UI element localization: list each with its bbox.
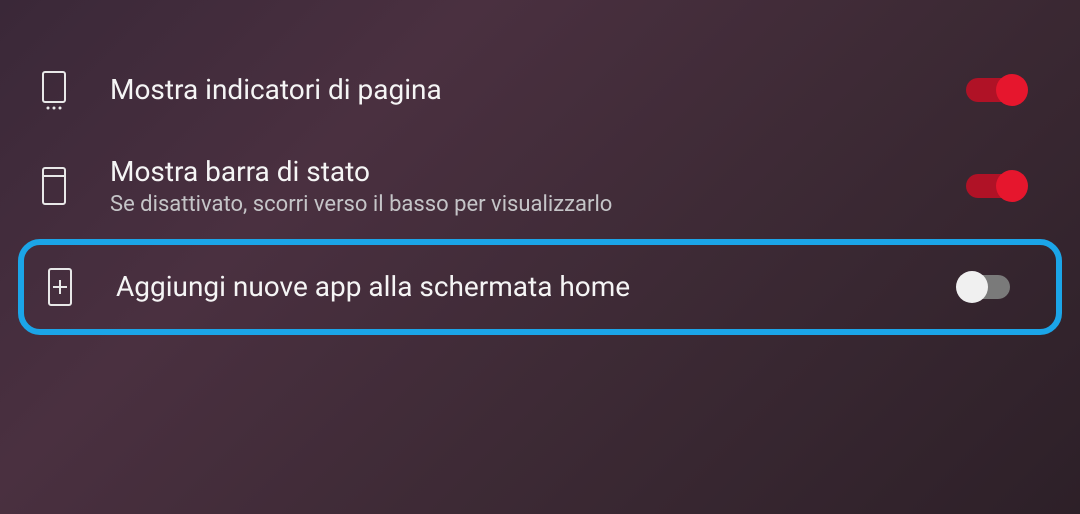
icon-wrapper	[40, 70, 110, 110]
toggle-wrapper	[964, 0, 1040, 38]
setting-status-bar[interactable]: Mostra barra di stato Se disattivato, sc…	[0, 132, 1080, 239]
settings-list: Impedisci modifiche al layout Mostra ind…	[0, 0, 1080, 335]
setting-title: Aggiungi nuove app alla schermata home	[116, 269, 958, 305]
setting-add-new-apps[interactable]: Aggiungi nuove app alla schermata home	[18, 239, 1062, 335]
setting-title: Mostra indicatori di pagina	[110, 72, 964, 108]
toggle-wrapper	[964, 71, 1040, 109]
toggle-wrapper	[964, 167, 1040, 205]
toggle-page-indicators[interactable]	[964, 71, 1032, 109]
toggle-status-bar[interactable]	[964, 167, 1032, 205]
icon-wrapper	[46, 267, 116, 307]
toggle-wrapper	[958, 268, 1034, 306]
text-content: Mostra indicatori di pagina	[110, 72, 964, 108]
icon-wrapper	[40, 166, 110, 206]
phone-dots-icon	[40, 70, 68, 110]
phone-plus-icon	[46, 267, 74, 307]
setting-layout-lock[interactable]: Impedisci modifiche al layout	[0, 0, 1080, 48]
setting-page-indicators[interactable]: Mostra indicatori di pagina	[0, 48, 1080, 132]
setting-subtitle: Se disattivato, scorri verso il basso pe…	[110, 192, 964, 217]
text-content: Aggiungi nuove app alla schermata home	[116, 269, 958, 305]
phone-statusbar-icon	[40, 166, 68, 206]
text-content: Impedisci modifiche al layout	[110, 3, 964, 36]
setting-title: Mostra barra di stato	[110, 154, 964, 190]
toggle-add-new-apps[interactable]	[958, 268, 1026, 306]
text-content: Mostra barra di stato Se disattivato, sc…	[110, 154, 964, 217]
